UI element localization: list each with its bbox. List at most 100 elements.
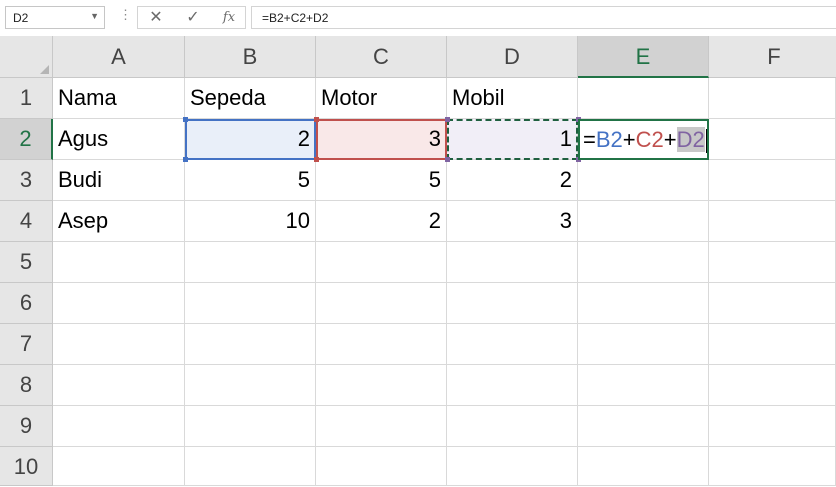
formula-plus-1: + <box>622 127 636 152</box>
cell-c6[interactable] <box>316 283 447 324</box>
formula-bar: D2 ▼ ⋮ ✕ ✓ fx =B2+C2+D2 <box>0 0 836 36</box>
column-header-d[interactable]: D <box>447 36 578 78</box>
row-header-6[interactable]: 6 <box>0 283 53 324</box>
cell-e5[interactable] <box>578 242 709 283</box>
cancel-icon[interactable]: ✕ <box>145 10 167 26</box>
cell-a6[interactable] <box>53 283 185 324</box>
name-box[interactable]: D2 ▼ <box>5 6 105 29</box>
more-options-icon[interactable]: ⋮ <box>119 7 132 23</box>
cell-a4[interactable]: Asep <box>53 201 185 242</box>
cell-d4[interactable]: 3 <box>447 201 578 242</box>
cell-c8[interactable] <box>316 365 447 406</box>
cell-f4[interactable] <box>709 201 836 242</box>
cell-d9[interactable] <box>447 406 578 447</box>
formula-ref-b2: B2 <box>595 127 623 152</box>
cell-a3[interactable]: Budi <box>53 160 185 201</box>
cell-d3[interactable]: 2 <box>447 160 578 201</box>
cell-d8[interactable] <box>447 365 578 406</box>
cell-e7[interactable] <box>578 324 709 365</box>
cell-f2[interactable] <box>709 119 836 160</box>
cell-b2[interactable]: 2 <box>185 119 316 160</box>
enter-icon[interactable]: ✓ <box>182 10 204 26</box>
row-header-2[interactable]: 2 <box>0 119 53 160</box>
cell-f10[interactable] <box>709 447 836 486</box>
cell-e6[interactable] <box>578 283 709 324</box>
cell-a9[interactable] <box>53 406 185 447</box>
row-header-8[interactable]: 8 <box>0 365 53 406</box>
cell-e4[interactable] <box>578 201 709 242</box>
cell-e1[interactable] <box>578 78 709 119</box>
row-header-10[interactable]: 10 <box>0 447 53 486</box>
cell-d5[interactable] <box>447 242 578 283</box>
column-header-e[interactable]: E <box>578 36 709 78</box>
cell-c7[interactable] <box>316 324 447 365</box>
formula-equals: = <box>583 127 596 152</box>
cell-a5[interactable] <box>53 242 185 283</box>
cell-c5[interactable] <box>316 242 447 283</box>
worksheet-grid: A B C D E F 1 2 3 4 5 6 7 8 9 10 Nama Se… <box>0 36 836 486</box>
ref-handle-b2-tl[interactable] <box>183 117 188 122</box>
select-all-corner[interactable] <box>0 36 53 78</box>
cell-f8[interactable] <box>709 365 836 406</box>
cell-d6[interactable] <box>447 283 578 324</box>
row-header-1[interactable]: 1 <box>0 78 53 119</box>
cell-e10[interactable] <box>578 447 709 486</box>
cell-c10[interactable] <box>316 447 447 486</box>
column-header-a[interactable]: A <box>53 36 185 78</box>
row-header-4[interactable]: 4 <box>0 201 53 242</box>
ref-handle-d2-bl[interactable] <box>445 157 450 162</box>
cell-f5[interactable] <box>709 242 836 283</box>
cell-a8[interactable] <box>53 365 185 406</box>
cell-b10[interactable] <box>185 447 316 486</box>
cell-b4[interactable]: 10 <box>185 201 316 242</box>
chevron-down-icon[interactable]: ▼ <box>90 11 99 21</box>
cell-f3[interactable] <box>709 160 836 201</box>
cell-d7[interactable] <box>447 324 578 365</box>
row-header-5[interactable]: 5 <box>0 242 53 283</box>
cell-c4[interactable]: 2 <box>316 201 447 242</box>
formula-text: =B2+C2+D2 <box>262 11 329 25</box>
cell-d10[interactable] <box>447 447 578 486</box>
cell-b6[interactable] <box>185 283 316 324</box>
cell-d2[interactable]: 1 <box>447 119 578 160</box>
column-header-c[interactable]: C <box>316 36 447 78</box>
row-header-9[interactable]: 9 <box>0 406 53 447</box>
cell-e8[interactable] <box>578 365 709 406</box>
cell-c3[interactable]: 5 <box>316 160 447 201</box>
cell-e3[interactable] <box>578 160 709 201</box>
cell-b8[interactable] <box>185 365 316 406</box>
name-box-value: D2 <box>13 11 29 25</box>
formula-plus-2: + <box>663 127 677 152</box>
cell-a10[interactable] <box>53 447 185 486</box>
ref-handle-c2-bl[interactable] <box>314 157 319 162</box>
cell-b3[interactable]: 5 <box>185 160 316 201</box>
cell-a1[interactable]: Nama <box>53 78 185 119</box>
cell-b5[interactable] <box>185 242 316 283</box>
cell-f6[interactable] <box>709 283 836 324</box>
cell-e2-editor[interactable]: =B2+C2+D2 <box>578 119 709 160</box>
formula-input[interactable]: =B2+C2+D2 <box>251 6 836 29</box>
cell-c1[interactable]: Motor <box>316 78 447 119</box>
cell-a2[interactable]: Agus <box>53 119 185 160</box>
cell-f1[interactable] <box>709 78 836 119</box>
insert-function-icon[interactable]: fx <box>218 10 240 26</box>
cell-d1[interactable]: Mobil <box>447 78 578 119</box>
formula-ref-c2: C2 <box>635 127 664 152</box>
cell-b1[interactable]: Sepeda <box>185 78 316 119</box>
cell-e9[interactable] <box>578 406 709 447</box>
cell-a7[interactable] <box>53 324 185 365</box>
ref-handle-c2-tl[interactable] <box>314 117 319 122</box>
cell-b7[interactable] <box>185 324 316 365</box>
cell-f9[interactable] <box>709 406 836 447</box>
ref-handle-b2-bl[interactable] <box>183 157 188 162</box>
cell-c2[interactable]: 3 <box>316 119 447 160</box>
formula-bar-buttons: ✕ ✓ fx <box>137 6 246 29</box>
column-header-b[interactable]: B <box>185 36 316 78</box>
ref-handle-d2-tl[interactable] <box>445 117 450 122</box>
column-header-f[interactable]: F <box>709 36 836 78</box>
cell-f7[interactable] <box>709 324 836 365</box>
cell-c9[interactable] <box>316 406 447 447</box>
cell-b9[interactable] <box>185 406 316 447</box>
row-header-7[interactable]: 7 <box>0 324 53 365</box>
row-header-3[interactable]: 3 <box>0 160 53 201</box>
